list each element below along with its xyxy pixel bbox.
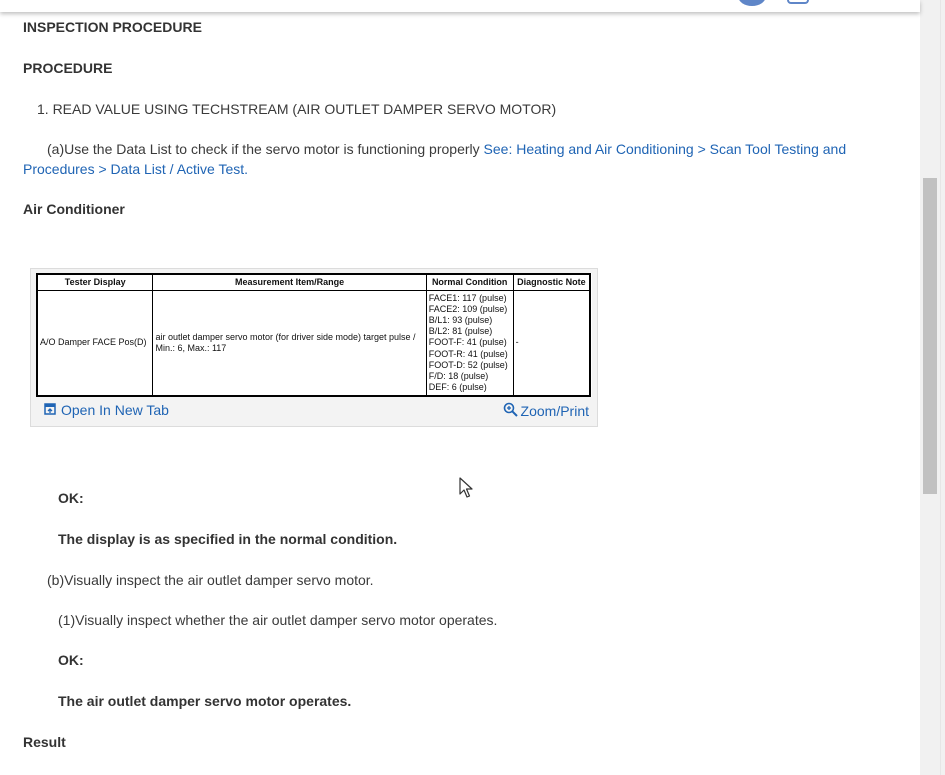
inspection-procedure-heading: INSPECTION PROCEDURE bbox=[23, 19, 202, 35]
condition-line: F/D: 18 (pulse) bbox=[428, 370, 489, 381]
procedure-heading: PROCEDURE bbox=[23, 60, 113, 76]
ok-condition-text: The air outlet damper servo motor operat… bbox=[58, 693, 352, 709]
step-b1-text: (1)Visually inspect whether the air outl… bbox=[58, 612, 498, 628]
condition-line: FOOT-F: 41 (pulse) bbox=[428, 337, 507, 348]
ok-label: OK: bbox=[58, 490, 84, 506]
data-list-table: Tester Display Measurement Item/Range No… bbox=[36, 273, 591, 398]
condition-line: FOOT-R: 41 (pulse) bbox=[428, 348, 508, 359]
condition-line: FACE2: 109 (pulse) bbox=[428, 303, 508, 314]
table-header: Measurement Item/Range bbox=[152, 273, 427, 291]
vertical-scrollbar[interactable] bbox=[920, 0, 945, 775]
table-header-row: Tester Display Measurement Item/Range No… bbox=[36, 273, 591, 291]
scrollbar-divider bbox=[940, 0, 941, 775]
figure-toolbar: Open In New Tab Zoom/Print bbox=[36, 397, 592, 423]
step-b-text: (b)Visually inspect the air outlet dampe… bbox=[47, 572, 374, 588]
open-in-new-tab-label: Open In New Tab bbox=[61, 402, 169, 418]
zoom-print-label: Zoom/Print bbox=[520, 403, 589, 419]
toolbar-icon[interactable] bbox=[787, 0, 809, 4]
table-header: Diagnostic Note bbox=[512, 273, 591, 291]
top-toolbar bbox=[0, 0, 920, 12]
data-list-figure: Tester Display Measurement Item/Range No… bbox=[30, 268, 598, 427]
document-content: INSPECTION PROCEDURE PROCEDURE 1. READ V… bbox=[0, 0, 920, 775]
table-row: A/O Damper FACE Pos(D) air outlet damper… bbox=[36, 289, 591, 397]
step-a-paragraph: (a)Use the Data List to check if the ser… bbox=[23, 139, 883, 179]
ok-condition-text: The display is as specified in the norma… bbox=[58, 531, 398, 547]
condition-line: B/L2: 81 (pulse) bbox=[428, 326, 493, 337]
air-conditioner-heading: Air Conditioner bbox=[23, 201, 125, 217]
normal-condition-cell: FACE1: 117 (pulse) FACE2: 109 (pulse) B/… bbox=[425, 289, 514, 397]
table-header: Tester Display bbox=[36, 273, 154, 291]
condition-line: DEF: 6 (pulse) bbox=[428, 382, 487, 393]
open-in-new-tab-button[interactable]: Open In New Tab bbox=[44, 402, 169, 418]
condition-line: B/L1: 93 (pulse) bbox=[428, 314, 493, 325]
avatar[interactable] bbox=[738, 0, 766, 6]
condition-line: FOOT-D: 52 (pulse) bbox=[428, 359, 508, 370]
figure-image: Tester Display Measurement Item/Range No… bbox=[36, 273, 592, 398]
tester-display-cell: A/O Damper FACE Pos(D) bbox=[36, 289, 154, 397]
zoom-print-button[interactable]: Zoom/Print bbox=[503, 402, 589, 420]
result-heading: Result bbox=[23, 734, 66, 750]
scrollbar-thumb[interactable] bbox=[923, 178, 937, 494]
condition-line: FACE1: 117 (pulse) bbox=[428, 292, 507, 303]
table-header: Normal Condition bbox=[425, 273, 514, 291]
open-new-tab-icon bbox=[44, 402, 56, 418]
mouse-cursor-icon bbox=[459, 477, 473, 504]
measurement-cell: air outlet damper servo motor (for drive… bbox=[152, 289, 427, 397]
step-1-text: 1. READ VALUE USING TECHSTREAM (AIR OUTL… bbox=[37, 101, 557, 117]
step-a-text: (a)Use the Data List to check if the ser… bbox=[47, 141, 484, 157]
diagnostic-note-cell: - bbox=[512, 289, 591, 397]
zoom-icon bbox=[503, 402, 518, 420]
ok-label: OK: bbox=[58, 652, 84, 668]
